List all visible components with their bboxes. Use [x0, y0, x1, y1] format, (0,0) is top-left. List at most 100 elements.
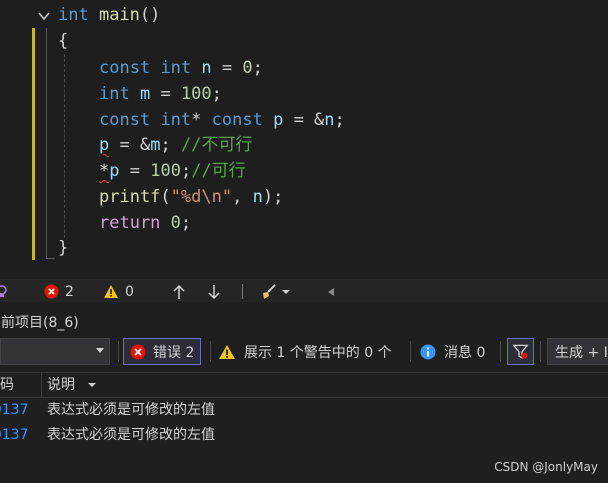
- prev-issue-button[interactable]: [172, 280, 186, 303]
- column-header-code[interactable]: 代码: [0, 373, 14, 397]
- code-token: );: [262, 187, 284, 207]
- editor-status-strip: 2 0: [0, 279, 608, 303]
- code-line: const int n = 0;: [99, 55, 263, 81]
- error-code: E0137: [0, 402, 29, 418]
- table-row[interactable]: E0137 表达式必须是可修改的左值: [0, 423, 608, 447]
- code-editor[interactable]: int main() { const int n = 0; int m = 10…: [0, 0, 608, 279]
- code-token: n: [324, 110, 335, 130]
- scope-title: 当前项目(8_6): [0, 315, 79, 331]
- code-token: m: [150, 135, 161, 155]
- code-token: return: [99, 213, 161, 233]
- scroll-left-button[interactable]: [327, 280, 335, 303]
- error-grid-header: 代码 说明: [0, 372, 608, 398]
- code-token: const: [211, 110, 263, 130]
- collapse-chevron-icon[interactable]: [38, 10, 50, 22]
- warning-count: 0: [125, 283, 134, 300]
- warning-triangle-icon: [219, 344, 235, 359]
- code-token: (: [160, 187, 171, 207]
- code-token: 100: [150, 161, 181, 181]
- intellicode-item[interactable]: [0, 280, 8, 303]
- warning-count-item[interactable]: 0: [103, 280, 134, 303]
- error-circle-icon: [44, 284, 59, 299]
- code-token: int: [58, 5, 89, 25]
- dropdown-arrow-icon: [96, 348, 104, 353]
- code-token: int: [160, 110, 192, 130]
- sort-chevron-down-icon: [88, 383, 97, 387]
- lightbulb-icon: [0, 284, 7, 297]
- code-token: main: [88, 5, 140, 25]
- error-count-item[interactable]: 2: [44, 280, 74, 303]
- code-token: *: [99, 161, 110, 181]
- code-line: p = &m; //不可行: [99, 132, 252, 158]
- build-intellisense-dropdown[interactable]: 生成 + I: [547, 338, 608, 365]
- toolbar-separator: [210, 341, 211, 362]
- code-cleanup-button[interactable]: [260, 280, 291, 303]
- code-line: *p = 100;//可行: [99, 158, 246, 184]
- code-token: {: [58, 31, 69, 51]
- code-token: ;: [252, 58, 263, 78]
- watermark: CSDN @JonlyMay: [494, 460, 598, 474]
- code-line: const int* const p = &n;: [99, 107, 345, 133]
- change-tracking-bar: [32, 28, 35, 260]
- column-header-description[interactable]: 说明: [47, 373, 97, 397]
- toolbar-separator: [118, 341, 119, 362]
- code-token: p: [99, 135, 110, 155]
- code-token: ;: [180, 161, 192, 181]
- error-description: 表达式必须是可修改的左值: [47, 427, 215, 443]
- code-token: //不可行: [180, 135, 253, 155]
- table-row[interactable]: E0137 表达式必须是可修改的左值: [0, 398, 608, 422]
- code-line: }: [58, 235, 68, 261]
- code-line: int main(): [58, 2, 160, 28]
- next-issue-button[interactable]: [207, 280, 221, 303]
- code-token: 0: [242, 58, 253, 78]
- warnings-filter-label: 展示 1 个警告中的 0 个: [244, 344, 392, 361]
- error-circle-icon: [130, 344, 146, 359]
- strip-separator: [242, 284, 243, 299]
- arrow-up-icon: [173, 284, 185, 299]
- arrow-down-icon: [208, 284, 220, 299]
- code-token: *: [191, 110, 212, 130]
- warning-triangle-icon: [104, 285, 118, 298]
- errors-filter-label: 错误 2: [153, 344, 195, 361]
- code-token: printf: [99, 187, 161, 207]
- errors-filter-button[interactable]: 错误 2: [123, 338, 202, 365]
- code-line: int m = 100;: [99, 81, 222, 107]
- code-token: "%d\n": [170, 187, 233, 207]
- info-circle-icon: [420, 344, 436, 359]
- code-token: p: [109, 161, 120, 181]
- scroll-left-icon: [328, 287, 334, 296]
- chevron-down-icon: [282, 289, 290, 294]
- code-line: return 0;: [99, 210, 191, 236]
- toolbar-separator: [540, 341, 541, 362]
- scope-dropdown[interactable]: [0, 338, 110, 365]
- code-token: =: [211, 58, 243, 78]
- code-token: const: [99, 58, 151, 78]
- code-token: const: [99, 110, 151, 130]
- toolbar-separator: [500, 341, 501, 362]
- scope-guide: [46, 28, 47, 258]
- build-filter-toggle[interactable]: [507, 338, 534, 365]
- code-token: ,: [232, 187, 253, 207]
- code-token: int: [160, 58, 192, 78]
- build-filter-label: 生成 + I: [555, 344, 608, 361]
- code-token: ;: [211, 84, 222, 104]
- code-token: 100: [180, 84, 212, 104]
- messages-filter-button[interactable]: 消息 0: [420, 338, 485, 365]
- scope-guide-bottom: [46, 258, 55, 259]
- toolbar-separator: [410, 341, 411, 362]
- code-token: =: [150, 84, 181, 104]
- column-divider[interactable]: [41, 373, 42, 397]
- code-token: =: [119, 161, 151, 181]
- filter-icon: [512, 344, 529, 359]
- code-token: }: [58, 238, 69, 258]
- code-token: int: [99, 84, 130, 104]
- code-token: //可行: [191, 161, 246, 181]
- code-token: (): [139, 5, 161, 25]
- warnings-filter-button[interactable]: 展示 1 个警告中的 0 个: [218, 338, 392, 365]
- code-token: = &: [109, 135, 151, 155]
- messages-filter-label: 消息 0: [444, 344, 486, 361]
